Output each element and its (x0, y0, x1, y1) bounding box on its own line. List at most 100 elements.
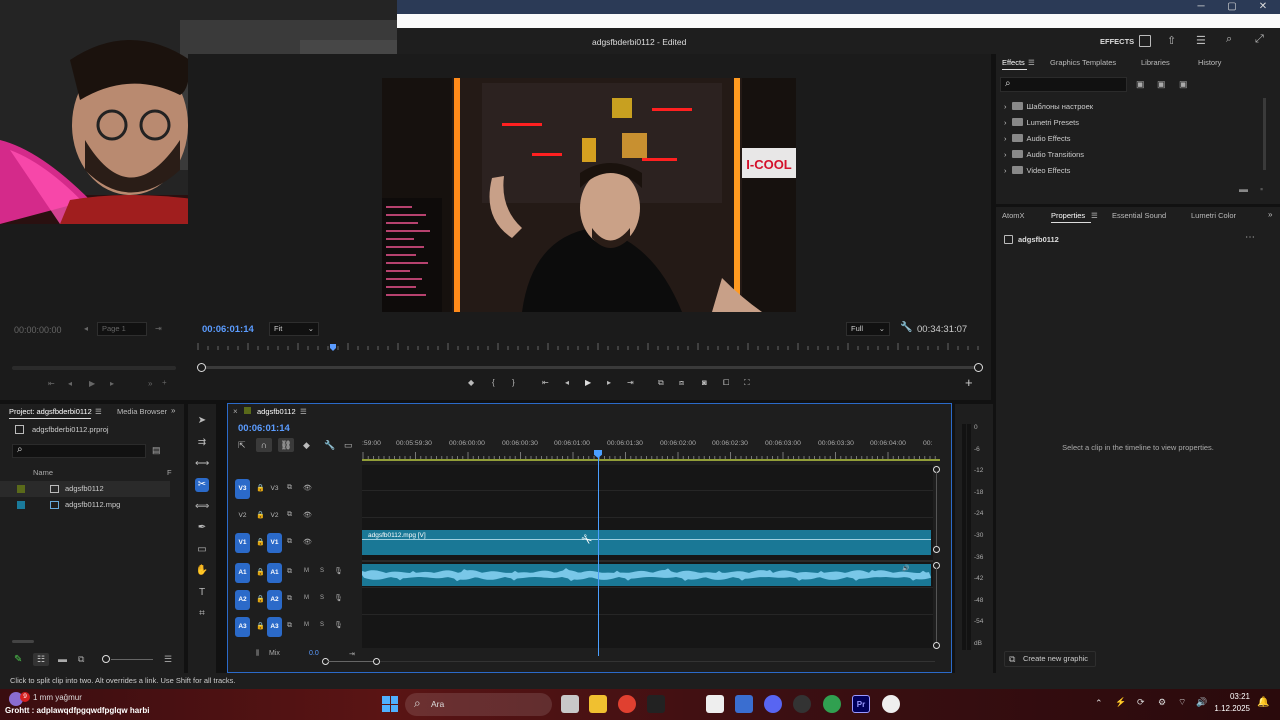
pen-tool-icon[interactable]: ✒ (195, 521, 209, 535)
goto-out-icon[interactable]: ⇥ (627, 378, 634, 387)
v2-source-target[interactable]: V2 (235, 506, 250, 526)
overflow-chevron-icon[interactable]: » (171, 406, 175, 415)
effects-item[interactable]: › Audio Effects (1004, 134, 1071, 143)
tab-history[interactable]: History (1198, 58, 1221, 67)
yuv-effects-icon[interactable]: ▣ (1179, 79, 1188, 90)
play-icon[interactable]: ▶ (585, 378, 591, 387)
sync-lock-icon[interactable]: ⧉ (287, 622, 292, 630)
captions-icon[interactable]: ▭ (344, 440, 353, 451)
hand-tool-icon[interactable]: ✋ (195, 564, 209, 578)
eye-icon[interactable]: 👁 (303, 484, 312, 492)
program-scrubber[interactable] (202, 366, 978, 369)
track-select-icon[interactable]: ⇉ (195, 436, 209, 450)
linked-selection-icon[interactable]: ⛓ (278, 438, 294, 452)
panel-menu-icon[interactable]: ☰ (1028, 58, 1035, 67)
solo-button[interactable]: S (320, 595, 324, 601)
scrubber-end-handle[interactable] (974, 363, 983, 372)
page-dropdown[interactable]: Page 1 (97, 322, 147, 336)
microphone-icon[interactable]: 🎙 (334, 621, 343, 629)
a1-source-target[interactable]: A1 (235, 563, 250, 583)
effects-item[interactable]: › Audio Transitions (1004, 150, 1084, 159)
icon-view-icon[interactable]: ▬ (58, 654, 67, 664)
panel-menu-icon[interactable]: ☰ (95, 407, 102, 416)
wrench-icon[interactable]: 🔧 (900, 322, 912, 333)
prev-page-icon[interactable]: ◂ (84, 324, 88, 333)
zoom-slider-handle[interactable] (102, 655, 110, 663)
mark-out-icon[interactable]: } (512, 378, 515, 387)
sync-lock-icon[interactable]: ⧉ (287, 538, 292, 546)
close-button[interactable]: ✕ (1248, 0, 1278, 14)
horizontal-scrollbar[interactable] (380, 661, 935, 662)
eye-icon[interactable]: 👁 (303, 511, 312, 519)
insert-sequence-icon[interactable]: ⇱ (238, 440, 246, 451)
step-forward-icon[interactable]: ▸ (607, 378, 611, 387)
project-item[interactable]: adgsfb0112 (0, 481, 170, 497)
app-icon[interactable] (706, 695, 724, 713)
mute-button[interactable]: M (304, 568, 309, 574)
selection-tool-icon[interactable]: ➤ (195, 414, 209, 428)
source-scrubber[interactable] (12, 366, 176, 370)
minimize-button[interactable]: ─ (1186, 0, 1216, 14)
type-tool-icon[interactable]: T (195, 586, 209, 600)
source-more-icon[interactable]: » (148, 379, 152, 388)
new-bin-icon[interactable]: ▤ (152, 445, 161, 456)
goto-end-icon[interactable]: ⇥ (349, 650, 355, 658)
quality-dropdown[interactable]: Full ⌄ (846, 322, 890, 336)
rectangle-tool-icon[interactable]: ▭ (195, 543, 209, 557)
timeline-timecode[interactable]: 00:06:01:14 (238, 423, 290, 434)
sync-lock-icon[interactable]: ⧉ (287, 568, 292, 576)
tab-essential-sound[interactable]: Essential Sound (1112, 211, 1166, 220)
column-frame-rate[interactable]: F (167, 468, 172, 477)
step-back-icon[interactable]: ◂ (565, 378, 569, 387)
wrench-icon[interactable]: 🔧 (324, 440, 335, 451)
effects-item[interactable]: › Lumetri Presets (1004, 118, 1079, 127)
32bit-effects-icon[interactable]: ▣ (1157, 79, 1166, 90)
create-graphic-button[interactable]: ⧉ Create new graphic (1004, 651, 1096, 667)
source-play-icon[interactable]: ▶ (89, 379, 95, 388)
effects-search-input[interactable]: ⌕ (1000, 77, 1127, 92)
a3-source-target[interactable]: A3 (235, 617, 250, 637)
overflow-chevron-icon[interactable]: » (1268, 210, 1272, 219)
slip-tool-icon[interactable]: ⟺ (195, 500, 209, 514)
lock-icon[interactable]: 🔒 (256, 511, 265, 519)
program-timecode[interactable]: 00:06:01:14 (202, 324, 254, 335)
mix-value[interactable]: 0.0 (309, 650, 319, 657)
horizontal-zoom-bar[interactable] (328, 661, 374, 662)
camera-icon[interactable]: ◙ (702, 378, 707, 387)
effects-item[interactable]: › Video Effects (1004, 166, 1070, 175)
v3-source-target[interactable]: V3 (235, 479, 250, 499)
zoom-end-handle[interactable] (373, 658, 380, 665)
lock-icon[interactable]: 🔒 (256, 538, 265, 546)
premiere-pro-icon[interactable]: Pr (852, 695, 870, 713)
mark-in-icon[interactable]: { (492, 378, 495, 387)
scroll-handle[interactable] (933, 642, 940, 649)
pencil-icon[interactable]: ✎ (14, 654, 22, 665)
sync-lock-icon[interactable]: ⧉ (287, 484, 292, 492)
sync-lock-icon[interactable]: ⧉ (287, 511, 292, 519)
tab-graphics-templates[interactable]: Graphics Templates (1050, 58, 1116, 67)
obs-icon[interactable] (882, 695, 900, 713)
opacity-line[interactable] (362, 539, 931, 540)
source-step-forward-icon[interactable]: ▸ (110, 379, 114, 388)
network-icon[interactable]: ⚡ (1115, 697, 1126, 708)
tab-libraries[interactable]: Libraries (1141, 58, 1170, 67)
lock-icon[interactable]: 🔒 (256, 595, 265, 603)
volume-icon[interactable]: 🔊 (1196, 697, 1207, 708)
program-mini-ruler[interactable] (196, 342, 986, 356)
a2-track-label[interactable]: A2 (267, 590, 282, 610)
zoom-dropdown[interactable]: Fit ⌄ (269, 322, 319, 336)
project-item[interactable]: adgsfb0112.mpg (0, 497, 170, 513)
wifi-icon[interactable]: ⌔ (1178, 697, 1186, 708)
chrome-icon[interactable] (618, 695, 636, 713)
v3-track-label[interactable]: V3 (267, 479, 282, 499)
razor-tool-icon[interactable]: ✂ (195, 478, 209, 492)
microphone-icon[interactable]: 🎙 (334, 567, 343, 575)
source-goto-in-icon[interactable]: ⇤ (48, 379, 55, 388)
clock-date[interactable]: 1.12.2025 (1212, 704, 1250, 713)
list-view-icon[interactable]: ☷ (33, 653, 49, 666)
solo-button[interactable]: S (320, 568, 324, 574)
ripple-edit-icon[interactable]: ⟷ (195, 457, 209, 471)
a3-track-label[interactable]: A3 (267, 617, 282, 637)
tab-lumetri-color[interactable]: Lumetri Color (1191, 211, 1236, 220)
project-search-input[interactable]: ⌕ (12, 444, 146, 458)
